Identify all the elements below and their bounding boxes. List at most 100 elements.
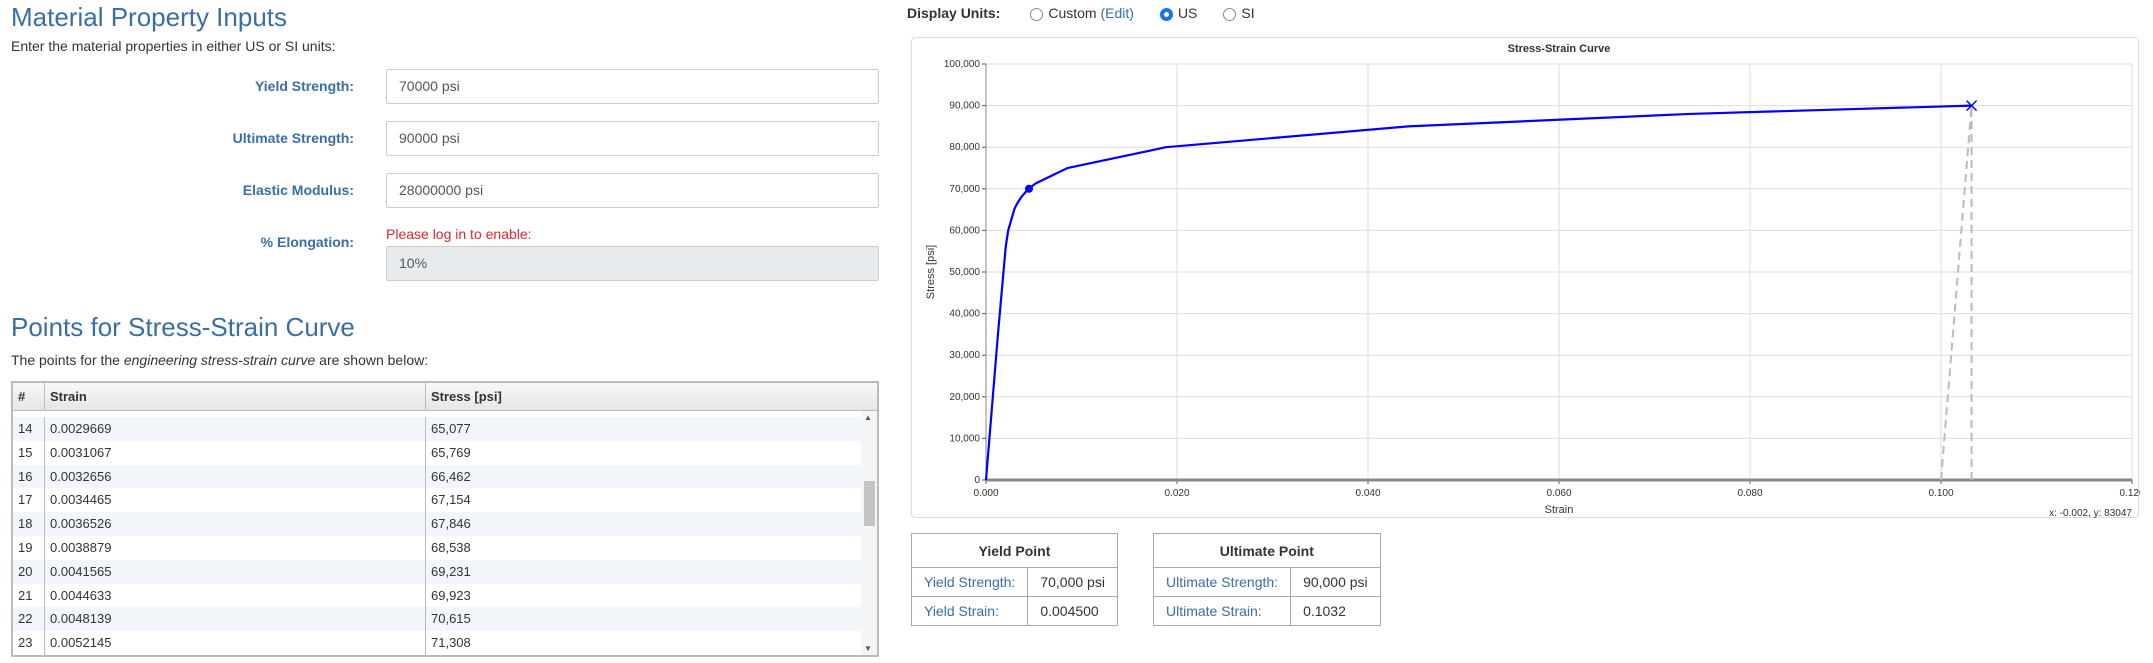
cell: 16 (13, 464, 45, 489)
table-row: 22 0.0048139 70,615 (13, 607, 863, 632)
y-tick-label: 100,000 (944, 59, 981, 70)
table-header: # Strain Stress [psi] (13, 383, 877, 411)
y-tick-label: 30,000 (949, 350, 980, 361)
yield-strain-value: 0.004500 (1027, 596, 1118, 626)
yield-point-table: Yield Point Yield Strength: 70,000 psi Yi… (910, 533, 1118, 626)
cell: 69,231 (431, 563, 471, 579)
table-row: 23 0.0052145 71,308 (13, 631, 863, 655)
login-warning: Please log in to enable: (386, 226, 532, 242)
table-row: 20 0.0041565 69,231 (13, 559, 863, 584)
scroll-up-icon[interactable]: ▲ (864, 413, 872, 422)
coordinate-readout: x: -0.002, y: 83047 (2049, 508, 2132, 519)
scroll-down-icon[interactable]: ▼ (864, 644, 872, 653)
y-axis-label: Stress [psi] (925, 245, 937, 299)
scroll-thumb[interactable] (864, 481, 875, 526)
stress-strain-line (984, 104, 1972, 481)
cell: 0.0036526 (45, 512, 426, 536)
ultimate-title: Ultimate Point (1153, 533, 1381, 568)
x-tick-label: 0.120 (2119, 488, 2140, 499)
x-tick-label: 0.060 (1546, 488, 1571, 499)
y-tick-label: 90,000 (949, 101, 980, 112)
cell: 0.0034465 (45, 488, 426, 513)
table-row: 18 0.0036526 67,846 (13, 512, 863, 536)
col-strain[interactable]: Strain (45, 383, 426, 410)
unloading-dashed-line (1940, 105, 1973, 481)
cell: 66,462 (431, 468, 471, 484)
chart-svg: Stress-Strain Curve 0.000 0.020 0.040 0.060 0… (925, 43, 2145, 519)
cell: 0.0048139 (45, 607, 426, 632)
elongation-label: % Elongation: (260, 234, 354, 250)
points-desc: The points for the engineering stress-st… (11, 352, 429, 368)
cell: 19 (13, 535, 45, 560)
y-tick-label: 10,000 (949, 433, 980, 444)
cell: 23 (13, 631, 45, 655)
x-axis-label: Strain (1545, 504, 1574, 516)
yield-title: Yield Point (911, 533, 1118, 568)
table-row: 15 0.0031067 65,769 (13, 440, 863, 465)
col-index[interactable]: # (13, 383, 45, 410)
cell: 67,846 (431, 516, 471, 532)
yield-point-marker (1024, 184, 1033, 193)
stress-strain-chart[interactable]: Stress-Strain Curve 0.000 0.020 0.040 0.060 0… (911, 37, 2145, 519)
x-tick-label: 0.000 (973, 488, 998, 499)
ultimate-strain-value: 0.1032 (1290, 596, 1381, 626)
ultimate-strain-key: Ultimate Strain: (1152, 596, 1292, 626)
cell: 0.0044633 (45, 583, 426, 608)
cell: 21 (13, 583, 45, 608)
inputs-subtitle: Enter the material properties in either … (11, 38, 336, 54)
cell: 0.0041565 (45, 559, 426, 584)
points-title: Points for Stress-Strain Curve (11, 312, 355, 342)
y-tick-label: 0 (974, 475, 980, 486)
cell: 17 (13, 488, 45, 513)
ultimate-strength-input[interactable]: 90000 psi (386, 121, 879, 156)
cell: 0.0032656 (45, 464, 426, 489)
elastic-modulus-input[interactable]: 28000000 psi (386, 173, 879, 208)
edit-link[interactable]: (Edit) (1100, 5, 1133, 21)
display-units: Display Units: Custom (Edit) US SI (907, 5, 1255, 21)
cell: 65,769 (431, 444, 471, 460)
x-tick-label: 0.080 (1737, 488, 1762, 499)
cell: 0.0038879 (45, 535, 426, 560)
elastic-modulus-label: Elastic Modulus: (242, 182, 354, 198)
yield-strength-input[interactable]: 70000 psi (386, 69, 879, 104)
cell: 68,538 (431, 539, 471, 555)
cell: 67,154 (431, 492, 471, 508)
yield-strain-key: Yield Strain: (910, 596, 1029, 626)
y-tick-label: 40,000 (949, 309, 980, 320)
y-tick-label: 20,000 (949, 392, 980, 403)
table-row: 17 0.0034465 67,154 (13, 488, 863, 513)
units-us-radio[interactable]: US (1159, 5, 1197, 21)
col-stress[interactable]: Stress [psi] (426, 383, 877, 410)
y-tick-label: 80,000 (949, 142, 980, 153)
cell: 20 (13, 559, 45, 584)
yield-strength-value: 70,000 psi (1027, 567, 1118, 597)
table-row: 16 0.0032656 66,462 (13, 464, 863, 489)
x-tick-label: 0.020 (1164, 488, 1189, 499)
units-custom-radio[interactable]: Custom (Edit) (1030, 5, 1134, 21)
y-tick-label: 60,000 (949, 225, 980, 236)
cell: 0.0029669 (45, 417, 426, 441)
cell: 18 (13, 512, 45, 536)
cell: 22 (13, 607, 45, 632)
x-tick-label: 0.040 (1355, 488, 1380, 499)
y-tick-label: 50,000 (949, 267, 980, 278)
chart-title: Stress-Strain Curve (1508, 43, 1611, 55)
units-si-radio[interactable]: SI (1223, 5, 1255, 21)
yield-strength-label: Yield Strength: (254, 78, 354, 94)
x-tick-label: 0.100 (1928, 488, 1953, 499)
table-row: 14 0.0029669 65,077 (13, 417, 863, 441)
cell: 71,308 (431, 635, 471, 651)
cell: 14 (13, 417, 45, 441)
cell: 65,077 (431, 421, 471, 436)
ultimate-strength-key: Ultimate Strength: (1152, 567, 1292, 597)
cell: 0.0052145 (45, 631, 426, 655)
y-tick-label: 70,000 (949, 184, 980, 195)
units-label: Display Units: (907, 5, 1001, 21)
elongation-input: 10% (386, 246, 879, 281)
cell: 0.0031067 (45, 440, 426, 465)
ultimate-point-table: Ultimate Point Ultimate Strength: 90,000 … (1152, 533, 1381, 626)
inputs-title: Material Property Inputs (11, 2, 288, 32)
table-scrollbar[interactable]: ▲ ▼ (861, 411, 877, 655)
yield-strength-key: Yield Strength: (910, 567, 1029, 597)
cell: 15 (13, 440, 45, 465)
